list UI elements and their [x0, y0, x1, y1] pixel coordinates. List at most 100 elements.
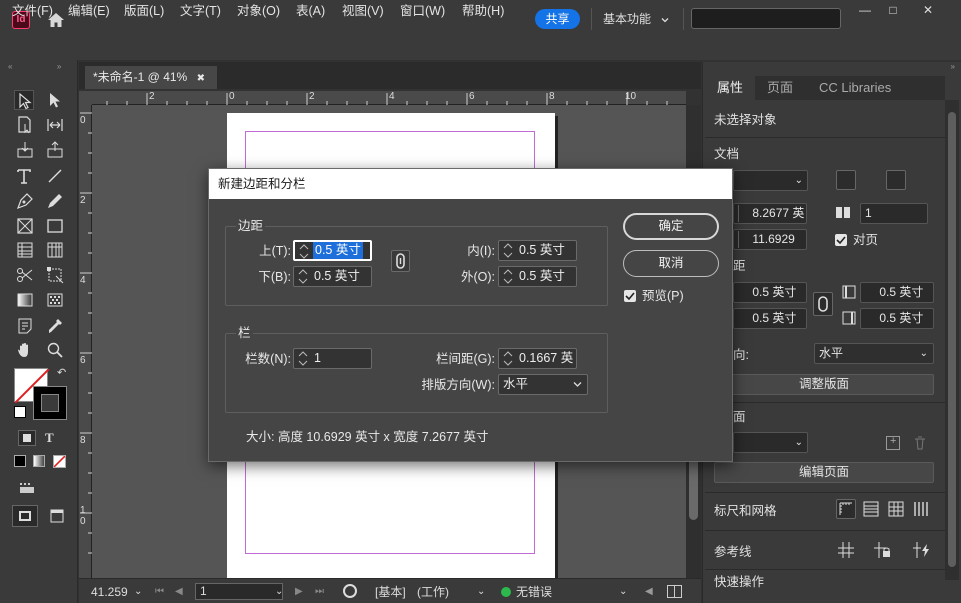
workspace-switcher[interactable]: 基本功能 — [603, 10, 670, 28]
screen-mode-normal-icon[interactable] — [12, 505, 38, 527]
stepper-icon[interactable] — [297, 243, 311, 260]
chevron-down-icon[interactable]: ⌄ — [275, 584, 283, 600]
dialog-title[interactable]: 新建边距和分栏 — [209, 169, 732, 199]
outside-margin-field[interactable]: 0.5 英寸 — [498, 266, 577, 287]
layout-grid-icon[interactable] — [911, 499, 931, 519]
direct-selection-tool-icon[interactable] — [45, 90, 65, 110]
ok-button[interactable]: 确定 — [623, 213, 719, 240]
type-tool-icon[interactable] — [15, 166, 35, 186]
top-margin-field[interactable]: 0.5 英寸 — [293, 240, 372, 261]
rectangle-frame-tool-icon[interactable] — [15, 216, 35, 236]
delete-page-icon[interactable] — [913, 436, 927, 450]
open-page-icon[interactable] — [343, 584, 357, 598]
search-input[interactable] — [691, 8, 841, 29]
tab-pages[interactable]: 页面 — [767, 76, 793, 100]
tab-properties[interactable]: 属性 — [717, 76, 743, 100]
selection-tool-icon[interactable] — [14, 90, 34, 110]
gradient-swatch-tool-icon[interactable] — [15, 290, 35, 310]
binding-left-icon[interactable] — [886, 170, 906, 190]
baseline-grid-icon[interactable] — [861, 499, 881, 519]
margin-bottom-field[interactable]: 0.5 英寸 — [733, 308, 807, 329]
adjust-layout-button[interactable]: 调整版面 — [714, 374, 934, 395]
menu-layout[interactable]: 版面(L) — [124, 3, 164, 19]
menu-help[interactable]: 帮助(H) — [462, 3, 504, 19]
note-tool-icon[interactable] — [15, 316, 35, 336]
share-button[interactable]: 共享 — [535, 9, 580, 29]
link-margins-icon[interactable] — [813, 292, 833, 316]
formatting-text-icon[interactable]: T — [45, 430, 59, 446]
columns-count-field[interactable]: 1 — [293, 348, 372, 369]
horizontal-grid-tool-icon[interactable] — [15, 240, 35, 260]
ruler-origin[interactable] — [79, 91, 92, 105]
scrollbar-thumb[interactable] — [948, 112, 956, 567]
last-page-icon[interactable]: ⏭ — [315, 584, 324, 600]
margin-inside-field[interactable]: 0.5 英寸 — [860, 282, 934, 303]
scripts-icon[interactable] — [18, 481, 36, 495]
formatting-container-icon[interactable] — [18, 430, 36, 446]
apply-none-icon[interactable] — [53, 455, 66, 468]
preview-checkbox[interactable] — [624, 290, 636, 302]
stepper-icon[interactable] — [296, 350, 310, 367]
portrait-orientation-icon[interactable] — [836, 170, 856, 190]
rulers-icon[interactable] — [836, 499, 856, 519]
content-collector-icon[interactable] — [15, 140, 35, 160]
panel-collapse-icon[interactable]: » — [705, 63, 955, 71]
direction-select[interactable]: 水平 ⌄ — [814, 343, 934, 364]
close-tab-icon[interactable]: ✖ — [197, 73, 205, 84]
lock-guides-icon[interactable] — [872, 540, 892, 560]
content-placer-icon[interactable] — [45, 140, 65, 160]
document-grid-icon[interactable] — [886, 499, 906, 519]
link-margins-icon[interactable] — [391, 250, 410, 272]
page-number-field[interactable]: 1 — [195, 583, 283, 600]
hand-tool-icon[interactable] — [15, 340, 35, 360]
guides-icon[interactable] — [836, 540, 856, 560]
menu-object[interactable]: 对象(O) — [237, 3, 280, 19]
previous-page-icon[interactable]: ◀ — [175, 584, 183, 600]
stepper-icon[interactable] — [501, 242, 515, 259]
stepper-icon[interactable] — [501, 268, 515, 285]
pen-tool-icon[interactable] — [15, 191, 35, 211]
menu-window[interactable]: 窗口(W) — [400, 3, 445, 19]
gap-tool-icon[interactable] — [45, 115, 65, 135]
height-field[interactable]: 11.6929 — [733, 229, 807, 250]
scissors-tool-icon[interactable] — [15, 265, 35, 285]
swap-colors-icon[interactable]: ↶ — [57, 367, 69, 379]
apply-color-icon[interactable] — [14, 455, 26, 467]
default-colors-icon[interactable] — [14, 406, 26, 418]
work-mode[interactable]: (工作) — [417, 584, 449, 600]
stepper-icon[interactable] — [296, 268, 310, 285]
pages-field[interactable]: 1 — [860, 203, 928, 224]
maximize-button[interactable]: □ — [883, 3, 903, 19]
width-field[interactable]: 8.2677 英 — [733, 203, 807, 224]
new-page-icon[interactable]: + — [886, 435, 900, 450]
chevron-down-icon[interactable]: ⌄ — [477, 584, 485, 600]
master-page-select[interactable]: ⌄ — [733, 432, 808, 453]
scroll-left-icon[interactable]: ◀ — [645, 584, 653, 600]
page-tool-icon[interactable] — [15, 115, 35, 135]
gradient-feather-tool-icon[interactable] — [45, 290, 65, 310]
margin-outside-field[interactable]: 0.5 英寸 — [860, 308, 934, 329]
split-view-icon[interactable] — [667, 585, 682, 598]
menu-file[interactable]: 文件(F) — [12, 3, 53, 19]
smart-guides-icon[interactable] — [911, 540, 931, 560]
apply-gradient-icon[interactable] — [33, 455, 45, 467]
vertical-grid-tool-icon[interactable] — [45, 240, 65, 260]
edit-page-button[interactable]: 编辑页面 — [714, 462, 934, 483]
stroke-swatch[interactable] — [33, 386, 67, 420]
document-preset-select[interactable]: ⌄ — [733, 170, 808, 191]
cancel-button[interactable]: 取消 — [623, 250, 719, 277]
document-tab[interactable]: *未命名-1 @ 41% ✖ — [85, 66, 217, 89]
tab-cc-libraries[interactable]: CC Libraries — [819, 76, 891, 100]
next-page-icon[interactable]: ▶ — [295, 584, 303, 600]
facing-pages-checkbox[interactable] — [835, 234, 847, 246]
stepper-icon[interactable] — [501, 350, 515, 367]
menu-view[interactable]: 视图(V) — [342, 3, 384, 19]
chevron-down-icon[interactable]: ⌄ — [134, 584, 142, 600]
direction-select[interactable]: 水平 — [498, 374, 588, 395]
minimize-button[interactable]: — — [855, 3, 875, 19]
horizontal-ruler[interactable]: 2 0 2 4 6 8 10 — [92, 91, 686, 105]
master-state[interactable]: [基本] — [375, 584, 406, 600]
close-button[interactable]: ✕ — [918, 3, 938, 19]
bottom-margin-field[interactable]: 0.5 英寸 — [293, 266, 372, 287]
zoom-tool-icon[interactable] — [45, 340, 65, 360]
